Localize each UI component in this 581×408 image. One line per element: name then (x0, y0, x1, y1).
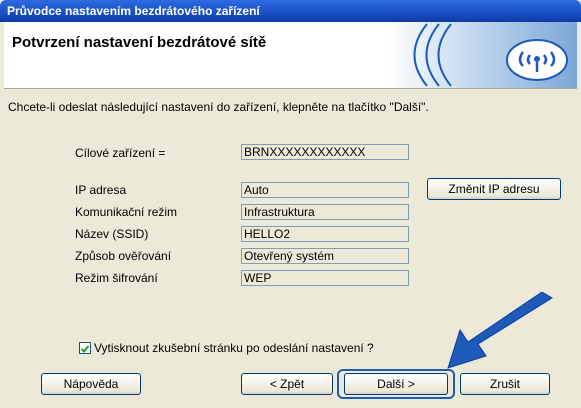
window-title: Průvodce nastavením bezdrátového zařízen… (7, 4, 260, 18)
title-bar[interactable]: Průvodce nastavením bezdrátového zařízen… (0, 0, 581, 22)
print-test-page-label: Vytisknout zkušební stránku po odeslání … (94, 341, 374, 355)
pointer-arrow-icon (447, 292, 553, 369)
encryption-mode-field: WEP (241, 270, 409, 286)
wireless-logo-icon (387, 22, 577, 88)
instruction-text: Chcete-li odeslat následující nastavení … (8, 100, 429, 114)
help-button[interactable]: Nápověda (41, 373, 141, 395)
ssid-field: HELLO2 (241, 226, 409, 242)
comm-mode-field: Infrastruktura (241, 204, 409, 220)
ip-address-label: IP adresa (75, 183, 127, 197)
ssid-label: Název (SSID) (75, 227, 149, 241)
wizard-header: Potvrzení nastavení bezdrátové sítě (4, 22, 577, 89)
change-ip-button[interactable]: Změnit IP adresu (427, 178, 561, 200)
page-title: Potvrzení nastavení bezdrátové sítě (12, 34, 267, 51)
auth-method-label: Způsob ověřování (75, 249, 172, 263)
target-device-label: Cílové zařízení = (75, 146, 166, 160)
ip-address-field: Auto (241, 182, 409, 198)
target-device-field: BRNXXXXXXXXXXXX (241, 144, 409, 160)
encryption-mode-label: Režim šifrování (75, 271, 158, 285)
auth-method-field: Otevřený systém (241, 248, 409, 264)
checkmark-icon (80, 345, 90, 353)
comm-mode-label: Komunikační režim (75, 205, 178, 219)
wizard-window: Průvodce nastavením bezdrátového zařízen… (0, 0, 581, 408)
print-test-page-checkbox[interactable] (79, 342, 91, 354)
back-button[interactable]: < Zpět (241, 373, 333, 395)
